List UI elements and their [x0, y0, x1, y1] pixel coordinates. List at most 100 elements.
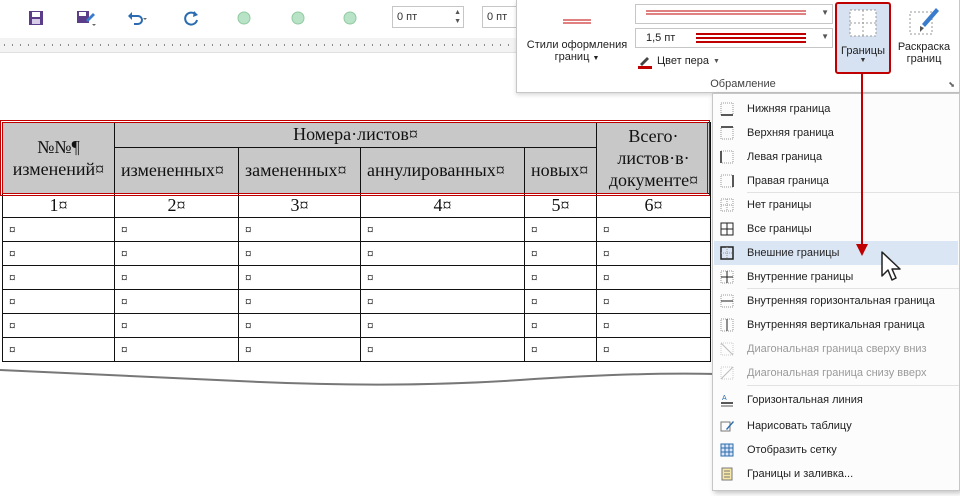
table-cell[interactable]: ¤	[596, 289, 711, 314]
table-cell[interactable]: ¤	[2, 337, 115, 362]
spin-arrows-icon[interactable]: ▲ ▼	[454, 8, 461, 26]
table-cell[interactable]: ¤	[524, 217, 597, 242]
ruler-tick	[380, 44, 381, 46]
table-cell[interactable]: ¤	[524, 241, 597, 266]
save-icon[interactable]	[24, 6, 48, 30]
table-cell[interactable]: ¤	[114, 313, 239, 338]
table-cell[interactable]: ¤	[360, 337, 525, 362]
redo-icon[interactable]	[180, 6, 204, 30]
ruler-tick	[4, 44, 5, 46]
menu-item-view-gridlines[interactable]: Отобразить сетку	[714, 438, 958, 462]
circle-icon[interactable]	[338, 6, 362, 30]
pen-icon	[638, 57, 652, 69]
table-cell[interactable]: ¤	[524, 265, 597, 290]
table-cell[interactable]: ¤	[524, 337, 597, 362]
menu-item-label: Нарисовать таблицу	[747, 420, 852, 432]
header-changes-no[interactable]: №№¶ изменений¤	[2, 122, 115, 194]
table-cell[interactable]: ¤	[2, 265, 115, 290]
pen-weight-dropdown[interactable]: 1,5 пт ▼	[635, 28, 833, 48]
table-cell[interactable]: ¤	[238, 337, 361, 362]
menu-item-inside-vertical-border[interactable]: Внутренняя вертикальная граница	[714, 313, 958, 337]
dialog-launcher-icon[interactable]: ⬊	[948, 80, 955, 89]
table-cell[interactable]: ¤	[524, 289, 597, 314]
menu-item-draw-table[interactable]: Нарисовать таблицу	[714, 414, 958, 438]
undo-icon[interactable]	[126, 6, 150, 30]
table-cell[interactable]: ¤	[238, 241, 361, 266]
table-cell[interactable]: ¤	[524, 313, 597, 338]
spacing-before-value: 0 пт	[397, 11, 418, 23]
table-cell[interactable]: ¤	[114, 337, 239, 362]
pen-color-button[interactable]: Цвет пера ▼	[637, 52, 720, 70]
table-cell[interactable]: ¤	[596, 241, 711, 266]
inside-vertical-border-icon	[720, 318, 734, 332]
table-cell[interactable]: ¤	[2, 241, 115, 266]
table-cell[interactable]: ¤	[238, 217, 361, 242]
spacing-before-spinner[interactable]: 0 пт ▲ ▼	[392, 6, 464, 28]
number-cell[interactable]: 1¤	[2, 193, 115, 218]
ruler-tick	[276, 44, 277, 46]
ruler-tick	[300, 44, 301, 46]
table-cell[interactable]: ¤	[2, 217, 115, 242]
menu-item-top-border[interactable]: Верхняя граница	[714, 121, 958, 145]
menu-item-right-border[interactable]: Правая граница	[714, 169, 958, 193]
menu-item-inside-horizontal-border[interactable]: Внутренняя горизонтальная граница	[714, 289, 958, 313]
ruler-tick	[180, 44, 181, 46]
table-cell[interactable]: ¤	[114, 241, 239, 266]
table-cell[interactable]: ¤	[596, 265, 711, 290]
table-cell[interactable]: ¤	[114, 289, 239, 314]
subheader-cancelled[interactable]: аннулированных¤	[360, 146, 525, 195]
diagonal-down-border-icon	[720, 342, 734, 356]
table-row: ¤ ¤ ¤ ¤ ¤ ¤	[2, 313, 711, 338]
header-sheet-numbers[interactable]: Номера·листов¤	[114, 122, 597, 148]
number-cell[interactable]: 5¤	[524, 193, 597, 218]
border-painter-button[interactable]: Раскраска границ	[893, 4, 955, 74]
header-total-sheets[interactable]: Всего· листов·в· документе¤	[596, 122, 711, 194]
menu-item-left-border[interactable]: Левая граница	[714, 145, 958, 169]
table-cell[interactable]: ¤	[238, 289, 361, 314]
number-cell[interactable]: 2¤	[114, 193, 239, 218]
table-cell[interactable]: ¤	[360, 289, 525, 314]
table-cell[interactable]: ¤	[360, 265, 525, 290]
borders-button[interactable]: Границы ▼	[835, 2, 891, 74]
line-style-dropdown[interactable]: ▼	[635, 4, 833, 24]
border-styles-button[interactable]: Стили оформления границ ▼	[521, 6, 633, 76]
subheader-changed[interactable]: измененных¤	[114, 146, 239, 195]
table-cell[interactable]: ¤	[596, 217, 711, 242]
ruler-tick	[20, 44, 21, 46]
chevron-down-icon[interactable]: ▼	[821, 32, 829, 41]
menu-item-no-border[interactable]: Нет границы	[714, 193, 958, 217]
table-cell[interactable]: ¤	[596, 313, 711, 338]
menu-item-label: Диагональная граница снизу вверх	[747, 367, 927, 379]
table-cell[interactable]: ¤	[2, 313, 115, 338]
spacing-after-spinner[interactable]: 0 пт	[482, 6, 516, 28]
number-cell[interactable]: 4¤	[360, 193, 525, 218]
menu-item-all-borders[interactable]: Все границы	[714, 217, 958, 241]
subheader-replaced[interactable]: замененных¤	[238, 146, 361, 195]
horizontal-line-icon: A	[721, 395, 733, 407]
table-cell[interactable]: ¤	[360, 313, 525, 338]
table-cell[interactable]: ¤	[238, 313, 361, 338]
table-cell[interactable]: ¤	[360, 241, 525, 266]
inside-borders-icon	[720, 270, 734, 284]
table-cell[interactable]: ¤	[360, 217, 525, 242]
table-cell[interactable]: ¤	[114, 265, 239, 290]
table-cell[interactable]: ¤	[114, 217, 239, 242]
line-style-preview	[646, 10, 806, 15]
number-cell[interactable]: 3¤	[238, 193, 361, 218]
menu-item-borders-shading[interactable]: Границы и заливка...	[714, 462, 958, 486]
menu-item-inside-borders[interactable]: Внутренние границы	[714, 265, 958, 289]
table-cell[interactable]: ¤	[2, 289, 115, 314]
number-cell[interactable]: 6¤	[596, 193, 711, 218]
menu-item-outside-borders[interactable]: Внешние границы	[714, 241, 958, 265]
save-as-icon[interactable]	[74, 6, 98, 30]
ruler-tick	[148, 44, 149, 46]
subheader-new[interactable]: новых¤	[524, 146, 597, 195]
circle-icon[interactable]	[286, 6, 310, 30]
table-cell[interactable]: ¤	[238, 265, 361, 290]
menu-item-horizontal-line[interactable]: A Горизонтальная линия	[714, 388, 958, 412]
menu-item-bottom-border[interactable]: Нижняя граница	[714, 97, 958, 121]
table-cell[interactable]: ¤	[596, 337, 711, 362]
borders-dropdown-menu: Нижняя граница Верхняя граница Левая грани…	[712, 93, 960, 491]
chevron-down-icon[interactable]: ▼	[821, 8, 829, 17]
circle-icon[interactable]	[232, 6, 256, 30]
